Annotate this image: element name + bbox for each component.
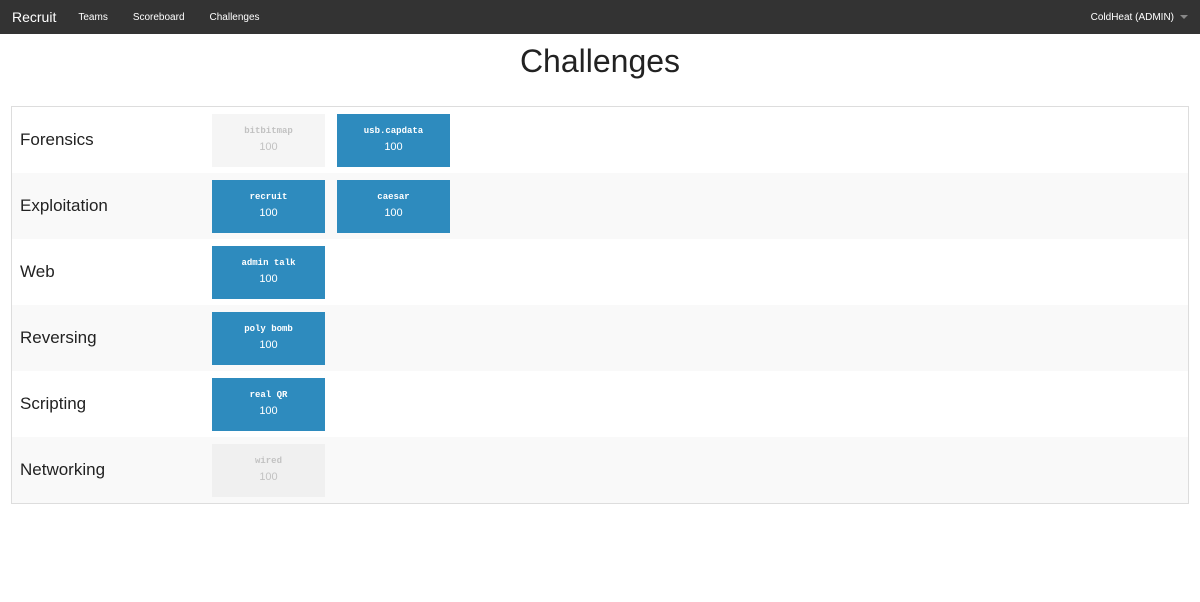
challenge-value: 100 — [259, 141, 278, 153]
challenge-tile[interactable]: caesar 100 — [337, 179, 450, 233]
page-title: Challenges — [519, 43, 681, 79]
user-menu[interactable]: ColdHeat (ADMIN) — [1091, 0, 1188, 34]
category-row: Exploitation recruit 100 caesar 100 — [12, 173, 1188, 239]
challenge-name: bitbitmap — [244, 126, 293, 136]
challenge-tile[interactable]: poly bomb 100 — [212, 311, 325, 365]
brand-link[interactable]: Recruit — [12, 9, 56, 25]
challenge-tile[interactable]: recruit 100 — [212, 179, 325, 233]
challenge-value: 100 — [259, 207, 278, 219]
challenge-name: real QR — [249, 390, 288, 400]
challenge-name: usb.capdata — [363, 126, 424, 136]
category-name: Web — [20, 262, 55, 281]
challenge-tiles: bitbitmap 100 usb.capdata 100 — [212, 113, 450, 167]
category-row: Reversing poly bomb 100 — [12, 305, 1188, 371]
challenge-value: 100 — [259, 273, 278, 285]
challenge-name: wired — [254, 456, 282, 466]
category-row: Networking wired 100 — [12, 437, 1188, 503]
user-name: ColdHeat (ADMIN) — [1090, 11, 1174, 23]
challenge-tiles: admin talk 100 — [212, 245, 325, 299]
challenge-tile-solved[interactable]: wired 100 — [212, 443, 325, 497]
category-row: Web admin talk 100 — [12, 239, 1188, 305]
challenge-value: 100 — [259, 339, 278, 351]
category-name: Reversing — [20, 328, 97, 347]
category-name: Scripting — [20, 394, 87, 413]
challenge-name: poly bomb — [244, 324, 293, 334]
challenge-name: caesar — [377, 192, 410, 202]
challenge-tiles: wired 100 — [212, 443, 325, 497]
challenge-board: Forensics bitbitmap 100 usb.capdata 100 Explo… — [11, 106, 1189, 504]
category-name: Exploitation — [20, 196, 108, 215]
challenge-value: 100 — [259, 471, 278, 483]
challenge-value: 100 — [259, 405, 278, 417]
nav-challenges[interactable]: Challenges — [210, 12, 260, 23]
caret-down-icon — [1180, 15, 1188, 19]
challenge-value: 100 — [384, 141, 403, 153]
challenge-tile[interactable]: usb.capdata 100 — [337, 113, 450, 167]
challenge-tiles: recruit 100 caesar 100 — [212, 179, 450, 233]
category-name: Networking — [20, 460, 106, 479]
challenge-name: admin talk — [241, 258, 296, 268]
challenge-tiles: real QR 100 — [212, 377, 325, 431]
challenge-tile[interactable]: real QR 100 — [212, 377, 325, 431]
challenge-tiles: poly bomb 100 — [212, 311, 325, 365]
challenge-tile-solved[interactable]: bitbitmap 100 — [212, 113, 325, 167]
nav-scoreboard[interactable]: Scoreboard — [133, 12, 185, 23]
challenge-value: 100 — [384, 207, 403, 219]
nav-teams[interactable]: Teams — [78, 12, 107, 23]
navbar: Recruit Teams Scoreboard Challenges Cold… — [0, 0, 1200, 34]
challenge-name: recruit — [249, 192, 288, 202]
category-row: Scripting real QR 100 — [12, 371, 1188, 437]
challenge-tile[interactable]: admin talk 100 — [212, 245, 325, 299]
category-row: Forensics bitbitmap 100 usb.capdata 100 — [12, 107, 1188, 173]
category-name: Forensics — [20, 130, 94, 149]
